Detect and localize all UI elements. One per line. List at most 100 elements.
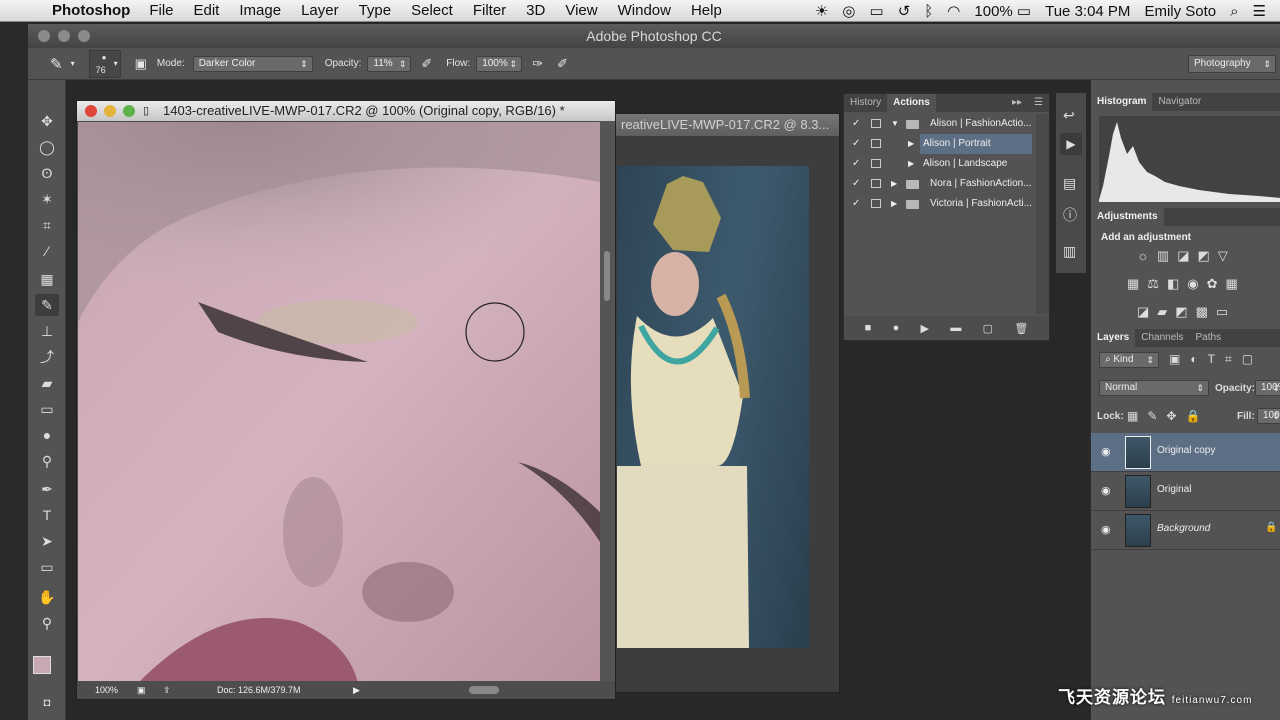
collapse-panel-icon[interactable]: ▸▸ bbox=[1006, 94, 1028, 112]
action-row-selected[interactable]: ✓ ▶ Alison | Portrait bbox=[844, 134, 1036, 154]
info-panel-icon[interactable]: ⓘ bbox=[1063, 205, 1077, 225]
curves-icon[interactable]: ◪ bbox=[1177, 248, 1197, 263]
clone-stamp-tool-icon[interactable]: ⊥ bbox=[35, 320, 59, 342]
history-panel-icon[interactable]: ↩ bbox=[1063, 107, 1075, 124]
image-canvas[interactable] bbox=[78, 122, 600, 683]
expand-triangle-icon[interactable]: ▼ bbox=[891, 114, 899, 134]
share-icon[interactable]: ⇪ bbox=[163, 681, 171, 699]
status-icon[interactable]: ▣ bbox=[137, 681, 146, 699]
play-icon[interactable]: ▶ bbox=[921, 322, 929, 335]
tab-layers[interactable]: Layers bbox=[1091, 329, 1136, 347]
pressure-opacity-icon[interactable]: ✐ bbox=[421, 56, 432, 72]
layer-opacity-field[interactable]: 100% bbox=[1255, 380, 1280, 396]
menu-3d[interactable]: 3D bbox=[526, 2, 545, 19]
smart-object-filter-icon[interactable]: ▢ bbox=[1242, 352, 1263, 366]
hue-saturation-icon[interactable]: ▦ bbox=[1127, 276, 1147, 291]
action-row[interactable]: ✓ ▶ Alison | Landscape bbox=[844, 154, 1036, 174]
clock[interactable]: Tue 3:04 PM bbox=[1045, 3, 1130, 20]
fill-field[interactable]: 100% bbox=[1257, 408, 1280, 424]
tab-actions[interactable]: Actions bbox=[887, 94, 936, 112]
vibrance-icon[interactable]: ▽ bbox=[1218, 248, 1236, 263]
layer-row-selected[interactable]: ◉ Original copy bbox=[1091, 433, 1280, 472]
exposure-icon[interactable]: ◩ bbox=[1198, 248, 1218, 263]
zoom-level[interactable]: 100% bbox=[95, 681, 118, 699]
notification-center-icon[interactable]: ☰ bbox=[1253, 2, 1266, 20]
healing-brush-tool-icon[interactable]: ▦ bbox=[35, 268, 59, 290]
zoom-window-button[interactable] bbox=[78, 30, 90, 42]
dialog-toggle-icon[interactable] bbox=[871, 199, 881, 208]
bluetooth-icon[interactable]: ᛒ bbox=[924, 3, 933, 20]
marquee-tool-icon[interactable]: ◯ bbox=[35, 136, 59, 158]
battery-label[interactable]: 100% ▭ bbox=[974, 2, 1031, 20]
workspace-switcher[interactable]: Photography bbox=[1188, 54, 1276, 73]
action-set-row[interactable]: ✓ ▼ Alison | FashionActio... bbox=[844, 114, 1036, 134]
spotlight-search-icon[interactable]: ⌕ bbox=[1230, 3, 1238, 20]
expand-triangle-icon[interactable]: ▶ bbox=[908, 134, 914, 154]
checkmark-icon[interactable]: ✓ bbox=[852, 134, 860, 154]
crop-tool-icon[interactable]: ⌗ bbox=[35, 214, 59, 236]
new-set-icon[interactable]: ▬ bbox=[950, 322, 961, 334]
magic-wand-tool-icon[interactable]: ✶ bbox=[35, 188, 59, 210]
trash-icon[interactable]: 🗑 bbox=[1014, 322, 1028, 335]
dodge-tool-icon[interactable]: ⚲ bbox=[35, 450, 59, 472]
menu-edit[interactable]: Edit bbox=[194, 2, 220, 19]
flow-field[interactable]: 100% bbox=[476, 55, 523, 72]
panel-menu-icon[interactable]: ☰ bbox=[1028, 94, 1049, 112]
menu-window[interactable]: Window bbox=[618, 2, 671, 19]
selective-color-icon[interactable]: ▭ bbox=[1216, 304, 1236, 319]
vertical-scrollbar[interactable] bbox=[600, 121, 615, 683]
tab-navigator[interactable]: Navigator bbox=[1152, 93, 1207, 111]
blur-tool-icon[interactable]: ● bbox=[35, 424, 59, 446]
eye-icon[interactable]: ◉ bbox=[1101, 523, 1111, 536]
properties-panel-icon[interactable]: ▤ bbox=[1063, 175, 1076, 192]
rectangle-tool-icon[interactable]: ▭ bbox=[35, 556, 59, 578]
brush-tool-icon[interactable]: ✎ bbox=[35, 294, 59, 316]
lock-image-icon[interactable]: ✎ bbox=[1147, 409, 1166, 423]
gradient-map-icon[interactable]: ▩ bbox=[1196, 304, 1216, 319]
brush-preset-picker[interactable]: ● 76 ▾ bbox=[88, 49, 121, 78]
checkmark-icon[interactable]: ✓ bbox=[852, 194, 860, 214]
color-lookup-icon[interactable]: ▦ bbox=[1226, 276, 1246, 291]
layer-row[interactable]: ◉ Original bbox=[1091, 472, 1280, 511]
expand-triangle-icon[interactable]: ▶ bbox=[908, 154, 914, 174]
vertical-scroll-thumb[interactable] bbox=[604, 251, 610, 301]
document-title-bar[interactable]: ▯ 1403-creativeLIVE-MWP-017.CR2 @ 100% (… bbox=[77, 101, 615, 121]
shape-filter-icon[interactable]: ⌗ bbox=[1225, 352, 1242, 366]
hand-tool-icon[interactable]: ✋ bbox=[35, 586, 59, 608]
lock-all-icon[interactable]: 🔒 bbox=[1185, 409, 1209, 423]
brush-panel-toggle-icon[interactable]: ▣ bbox=[135, 56, 147, 72]
photo-filter-icon[interactable]: ◉ bbox=[1187, 276, 1206, 291]
minimize-document-button[interactable] bbox=[104, 105, 116, 117]
expand-triangle-icon[interactable]: ▶ bbox=[891, 194, 897, 214]
tab-channels[interactable]: Channels bbox=[1135, 329, 1189, 347]
layer-row[interactable]: ◉ Background 🔒 bbox=[1091, 511, 1280, 550]
user-name[interactable]: Emily Soto bbox=[1144, 3, 1216, 20]
black-white-icon[interactable]: ◧ bbox=[1167, 276, 1187, 291]
move-tool-icon[interactable]: ✥ bbox=[35, 110, 59, 132]
menu-type[interactable]: Type bbox=[359, 2, 392, 19]
action-set-row[interactable]: ✓ ▶ Victoria | FashionActi... bbox=[844, 194, 1036, 214]
adjustment-filter-icon[interactable]: ◐ bbox=[1190, 352, 1207, 366]
menu-select[interactable]: Select bbox=[411, 2, 453, 19]
foreground-color-swatch[interactable] bbox=[33, 656, 51, 674]
posterize-icon[interactable]: ▰ bbox=[1157, 304, 1175, 319]
history-brush-tool-icon[interactable]: ⤴ bbox=[35, 346, 59, 368]
tool-preset-arrow-icon[interactable]: ▾ bbox=[71, 59, 75, 68]
record-icon[interactable]: ● bbox=[893, 322, 900, 334]
menu-image[interactable]: Image bbox=[239, 2, 281, 19]
quick-mask-icon[interactable]: ◘ bbox=[35, 692, 59, 714]
expand-triangle-icon[interactable]: ▶ bbox=[891, 174, 897, 194]
dialog-toggle-icon[interactable] bbox=[871, 159, 881, 168]
zoom-document-button[interactable] bbox=[123, 105, 135, 117]
checkmark-icon[interactable]: ✓ bbox=[852, 154, 860, 174]
gradient-tool-icon[interactable]: ▭ bbox=[35, 398, 59, 420]
lasso-tool-icon[interactable]: ʘ bbox=[35, 162, 59, 184]
lock-position-icon[interactable]: ✥ bbox=[1166, 409, 1185, 423]
brightness-icon[interactable]: ☀ bbox=[815, 2, 828, 20]
document-window-back[interactable]: reativeLIVE-MWP-017.CR2 @ 8.3... bbox=[600, 113, 840, 693]
eye-icon[interactable]: ◉ bbox=[1101, 445, 1111, 458]
mode-select[interactable]: Darker Color bbox=[192, 55, 313, 72]
dialog-toggle-icon[interactable] bbox=[871, 119, 881, 128]
tab-paths[interactable]: Paths bbox=[1190, 329, 1228, 347]
eyedropper-tool-icon[interactable]: ⁄ bbox=[35, 240, 59, 262]
